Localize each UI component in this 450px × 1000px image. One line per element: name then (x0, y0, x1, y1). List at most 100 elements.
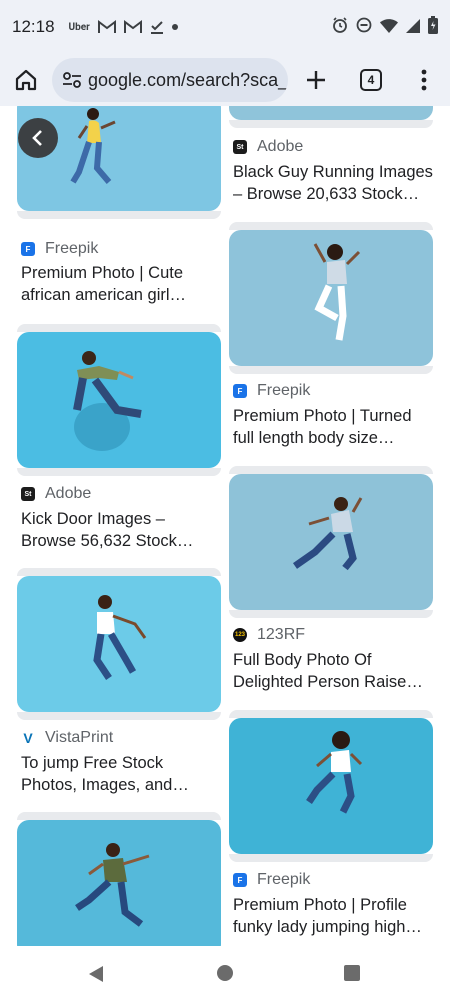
result-thumbnail[interactable] (229, 718, 433, 854)
dot-icon (171, 24, 178, 30)
card-separator (17, 712, 221, 720)
new-tab-icon[interactable] (302, 66, 330, 94)
tabs-icon[interactable]: 4 (360, 69, 382, 91)
image-result[interactable] (229, 222, 433, 374)
image-results-grid: F Freepik Premium Photo | Cute african a… (0, 106, 450, 946)
source-name: Freepik (45, 240, 99, 257)
nav-home-icon[interactable] (217, 965, 233, 981)
gmail-icon (123, 20, 142, 34)
image-result[interactable]: St Adobe Black Guy Running Images – Brow… (229, 132, 433, 207)
title-line-1: Black Guy Running Images (233, 163, 433, 181)
image-result[interactable]: V VistaPrint To jump Free Stock Photos, … (17, 723, 221, 798)
source-name: Freepik (257, 382, 311, 399)
url-text[interactable]: google.com/search?sca_ (88, 70, 288, 91)
site-settings-icon[interactable] (62, 67, 82, 93)
card-separator (17, 812, 221, 820)
card-separator (17, 324, 221, 332)
adobe-stock-icon: St (233, 140, 247, 154)
result-thumbnail[interactable] (229, 230, 433, 366)
card-separator (17, 211, 221, 219)
person-jumping-image (75, 843, 150, 927)
nav-back-icon[interactable] (86, 964, 106, 984)
result-source: F Freepik (21, 240, 98, 258)
image-result[interactable] (229, 710, 433, 862)
person-jumping-image (306, 731, 363, 814)
image-result[interactable] (229, 466, 433, 618)
vistaprint-icon: V (23, 730, 33, 746)
image-result[interactable] (17, 568, 221, 720)
image-result[interactable] (229, 106, 433, 128)
gmail-icon (97, 20, 116, 34)
image-result[interactable]: F Freepik Premium Photo | Profile funky … (229, 865, 433, 940)
uber-icon: Uber (68, 21, 90, 33)
title-line-2: funky lady jumping high… (233, 918, 422, 936)
result-title[interactable]: Premium Photo | Profile funky lady jumpi… (233, 894, 433, 938)
source-name: 123RF (257, 626, 306, 643)
freepik-icon: F (233, 384, 247, 398)
card-separator (229, 120, 433, 128)
result-thumbnail[interactable] (229, 474, 433, 610)
menu-icon[interactable] (410, 66, 438, 94)
nav-recents-icon[interactable] (344, 965, 360, 981)
result-thumbnail[interactable] (17, 332, 221, 468)
status-time: 12:18 (12, 17, 55, 36)
back-button[interactable] (18, 118, 58, 158)
person-jumping-image (292, 497, 363, 571)
title-line-2: Browse 56,632 Stock… (21, 532, 194, 550)
title-line-2: – Browse 20,633 Stock… (233, 185, 420, 203)
card-separator (229, 610, 433, 618)
result-title[interactable]: To jump Free Stock Photos, Images, and… (21, 752, 221, 796)
title-line-1: To jump Free Stock (21, 754, 164, 772)
result-title[interactable]: Black Guy Running Images – Browse 20,633… (233, 161, 433, 205)
result-title[interactable]: Premium Photo | Cute african american gi… (21, 262, 221, 306)
title-line-2: Photos, Images, and… (21, 776, 189, 794)
image-result[interactable]: 123 123RF Full Body Photo Of Delighted P… (229, 620, 433, 695)
source-name: Adobe (257, 138, 304, 155)
result-source: St Adobe (21, 485, 91, 503)
image-result[interactable] (17, 324, 221, 476)
result-title[interactable]: Kick Door Images – Browse 56,632 Stock… (21, 508, 221, 552)
home-icon[interactable] (12, 66, 40, 94)
card-separator (229, 222, 433, 230)
result-thumbnail[interactable] (17, 576, 221, 712)
result-thumbnail[interactable] (229, 106, 433, 120)
battery-icon (428, 16, 438, 38)
title-line-1: Premium Photo | Cute (21, 264, 184, 282)
result-source: F Freepik (233, 382, 310, 400)
title-line-2: african american girl… (21, 286, 187, 304)
title-line-2: Delighted Person Raise… (233, 673, 423, 691)
card-separator (229, 466, 433, 474)
person-jumping-image (93, 595, 147, 680)
card-separator (229, 710, 433, 718)
result-title[interactable]: Premium Photo | Turned full length body … (233, 405, 433, 449)
source-name: Adobe (45, 485, 92, 502)
person-jumping-image (313, 243, 361, 341)
result-title[interactable]: Full Body Photo Of Delighted Person Rais… (233, 649, 433, 693)
card-separator (17, 468, 221, 476)
result-source: V VistaPrint (21, 729, 113, 747)
system-nav-bar (0, 946, 450, 1000)
freepik-icon: F (21, 242, 35, 256)
result-source: F Freepik (233, 871, 310, 889)
title-line-2: full length body size… (233, 429, 395, 447)
title-line-1: Kick Door Images – (21, 510, 165, 528)
tasks-check-icon (150, 20, 164, 34)
title-line-1: Premium Photo | Profile (233, 896, 407, 914)
image-result[interactable]: F Freepik Premium Photo | Cute african a… (17, 234, 221, 309)
image-result[interactable]: F Freepik Premium Photo | Turned full le… (229, 376, 433, 451)
image-result[interactable]: St Adobe Kick Door Images – Browse 56,63… (17, 479, 221, 554)
card-separator (229, 366, 433, 374)
tab-count: 4 (367, 73, 375, 87)
image-result[interactable] (17, 812, 221, 946)
source-name: VistaPrint (45, 729, 114, 746)
result-source: St Adobe (233, 138, 303, 156)
dnd-icon (356, 17, 372, 37)
card-separator (17, 568, 221, 576)
signal-icon (406, 18, 420, 37)
source-name: Freepik (257, 871, 311, 888)
person-jumping-image (73, 351, 142, 451)
result-thumbnail[interactable] (17, 820, 221, 946)
address-bar[interactable]: google.com/search?sca_ (52, 58, 288, 102)
card-separator (229, 854, 433, 862)
result-source: 123 123RF (233, 626, 305, 644)
